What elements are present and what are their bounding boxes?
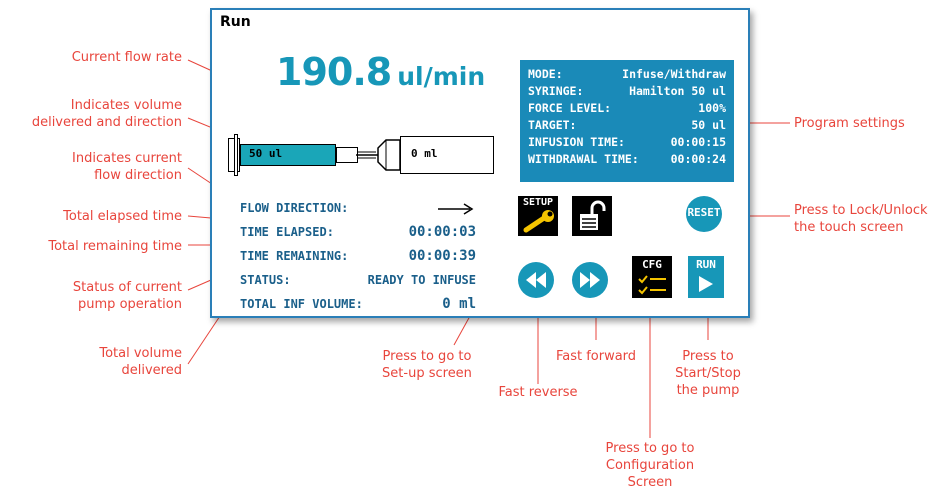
annotation-status: Status of current pump operation	[72, 280, 182, 312]
annotation-elapsed-time: Total elapsed time	[63, 209, 182, 224]
pump-run-screen: Run 190.8 ul/min MODE: Infuse/Withdraw SYR…	[210, 8, 750, 318]
annotation-start-stop: Press to Start/Stop the pump	[675, 349, 741, 398]
run-button-label: RUN	[696, 258, 716, 271]
delivery-container: 0 ml	[400, 136, 494, 174]
cfg-button-label: CFG	[642, 258, 662, 271]
checklist-icon	[638, 275, 666, 295]
settings-row: TARGET: 50 ul	[528, 118, 726, 132]
status-value: READY TO INFUSE	[367, 273, 476, 287]
tubing-connector-icon	[356, 139, 401, 171]
syringe-plunger	[234, 134, 238, 176]
annotation-configuration: Press to go to Configuration Screen	[605, 441, 695, 490]
play-icon	[699, 276, 713, 292]
wrench-icon	[523, 210, 554, 233]
annotation-total-volume: Total volume delivered	[99, 346, 182, 378]
annotation-lock-unlock: Press to Lock/Unlock the touch screen	[794, 203, 928, 235]
annotation-fast-forward: Fast forward	[555, 349, 637, 364]
total-inf-volume-value: 0 ml	[442, 296, 476, 312]
flow-rate-value: 190.8	[276, 50, 392, 94]
run-button[interactable]: RUN	[688, 256, 724, 298]
syringe-tip	[336, 147, 358, 163]
settings-row: SYRINGE: Hamilton 50 ul	[528, 84, 726, 98]
flow-rate-display: 190.8 ul/min	[276, 50, 485, 94]
status-row: STATUS: READY TO INFUSE	[240, 268, 476, 292]
setup-button[interactable]: SETUP	[518, 196, 558, 236]
reset-button[interactable]: RESET	[686, 196, 722, 232]
syringe-volume-label: 50 ul	[249, 147, 283, 160]
time-elapsed-value: 00:00:03	[408, 224, 476, 240]
delivered-volume-label: 0 ml	[411, 147, 438, 160]
setup-button-label: SETUP	[522, 197, 554, 208]
status-block: FLOW DIRECTION: TIME ELAPSED: 00:00:03 T…	[240, 196, 476, 316]
annotation-current-flow-rate: Current flow rate	[71, 50, 182, 65]
lock-unlock-button[interactable]	[572, 196, 612, 236]
annotation-fast-reverse: Fast reverse	[498, 385, 578, 400]
fast-reverse-button[interactable]	[518, 262, 554, 298]
configuration-button[interactable]: CFG	[632, 256, 672, 298]
fast-reverse-icon	[526, 272, 546, 288]
flow-direction-row: FLOW DIRECTION:	[240, 196, 476, 220]
time-elapsed-row: TIME ELAPSED: 00:00:03	[240, 220, 476, 244]
settings-row: MODE: Infuse/Withdraw	[528, 67, 726, 81]
flow-rate-unit: ul/min	[397, 62, 486, 91]
settings-row: FORCE LEVEL: 100%	[528, 101, 726, 115]
total-inf-volume-row: TOTAL INF VOLUME: 0 ml	[240, 292, 476, 316]
fast-forward-icon	[580, 272, 600, 288]
program-settings-panel: MODE: Infuse/Withdraw SYRINGE: Hamilton 50…	[520, 60, 734, 182]
unlock-icon	[580, 200, 606, 230]
annotation-volume-delivered: Indicates volume delivered and direction	[31, 98, 182, 130]
settings-row: WITHDRAWAL TIME: 00:00:24	[528, 152, 726, 166]
syringe-barrel: 50 ul	[240, 144, 336, 166]
time-remaining-value: 00:00:39	[408, 248, 476, 264]
annotation-program-settings: Program settings	[794, 116, 905, 131]
screen-title: Run	[220, 14, 251, 30]
arrow-right-icon	[436, 196, 476, 220]
reset-button-label: RESET	[687, 206, 721, 219]
time-remaining-row: TIME REMAINING: 00:00:39	[240, 244, 476, 268]
annotation-setup: Press to go to Set-up screen	[382, 349, 472, 381]
annotation-flow-direction: Indicates current flow direction	[72, 151, 182, 183]
settings-row: INFUSION TIME: 00:00:15	[528, 135, 726, 149]
annotation-remaining-time: Total remaining time	[48, 239, 182, 254]
fast-forward-button[interactable]	[572, 262, 608, 298]
